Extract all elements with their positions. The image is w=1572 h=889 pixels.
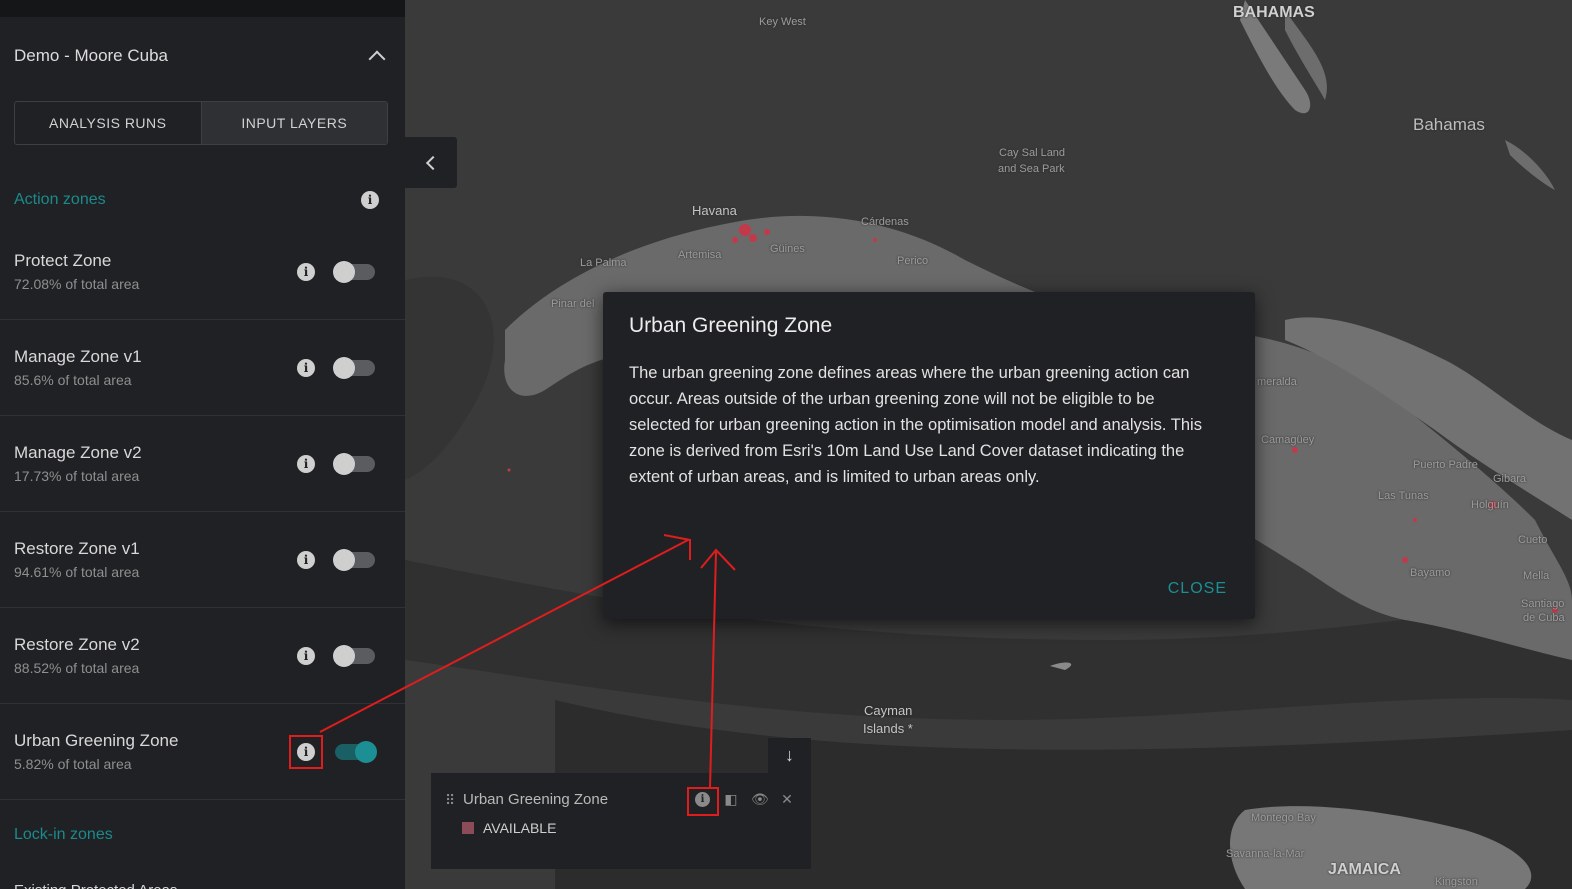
info-icon[interactable]: i (297, 550, 315, 569)
map-label-savanna: Savanna-la-Mar (1226, 848, 1305, 860)
tab-input-layers[interactable]: INPUT LAYERS (200, 102, 387, 144)
map-label-puerto-padre: Puerto Padre (1413, 459, 1478, 471)
map-label-cay-sal-2: and Sea Park (998, 163, 1065, 175)
legend-layer-title: Urban Greening Zone (463, 791, 609, 808)
map-label-las-tunas: Las Tunas (1378, 490, 1429, 502)
project-title: Demo - Moore Cuba (14, 46, 169, 65)
info-icon[interactable]: i (297, 646, 315, 665)
info-icon[interactable]: i (297, 454, 315, 473)
close-button[interactable]: CLOSE (1162, 579, 1233, 599)
lockin-zone-name: Existing Protected Areas (0, 850, 405, 889)
collapse-sidebar-button[interactable] (405, 137, 457, 188)
map-label-bahamas: Bahamas (1413, 115, 1485, 134)
map-label-santiago-1: Santiago (1521, 598, 1565, 610)
info-icon[interactable]: i (297, 262, 315, 281)
legend-item-label: AVAILABLE (483, 820, 557, 836)
legend-panel: ⠿ Urban Greening Zone i ◧ 👁 ✕ AVAILABLE (431, 773, 811, 869)
map-label-bayamo: Bayamo (1410, 567, 1451, 579)
info-icon[interactable]: i (361, 191, 379, 209)
map-label-santiago-2: de Cuba (1523, 612, 1565, 624)
map-label-perico: Perico (897, 255, 929, 267)
legend-item: AVAILABLE (462, 820, 797, 836)
opacity-icon[interactable]: ◧ (723, 791, 739, 808)
zone-toggle[interactable] (335, 740, 377, 763)
map-label-cueto: Cueto (1518, 534, 1548, 546)
zone-name: Protect Zone (14, 251, 112, 270)
map-label-mella: Mella (1523, 570, 1550, 582)
map-label-pinar: Pinar del (551, 298, 595, 310)
sidebar-topbar (0, 0, 405, 17)
legend-swatch (462, 822, 474, 834)
map-label-montego: Montego Bay (1251, 812, 1316, 824)
tab-analysis-runs[interactable]: ANALYSIS RUNS (15, 102, 201, 144)
zone-toggle[interactable] (333, 644, 375, 667)
app-root: Key West BAHAMAS Bahamas Cay Sal Land an… (0, 0, 1572, 889)
map-label-key-west: Key West (759, 16, 806, 28)
zone-row-restore-v1: Restore Zone v1 94.61% of total area i (0, 512, 405, 608)
dialog-title: Urban Greening Zone (629, 314, 833, 337)
dialog-body: The urban greening zone defines areas wh… (629, 364, 1202, 486)
zone-row-restore-v2: Restore Zone v2 88.52% of total area i (0, 608, 405, 704)
chevron-left-icon (425, 155, 441, 170)
zone-name: Manage Zone v2 (14, 443, 142, 462)
zone-row-manage-v2: Manage Zone v2 17.73% of total area i (0, 416, 405, 512)
project-header[interactable]: Demo - Moore Cuba (0, 17, 405, 95)
section-lockin-zones: Lock-in zones (0, 820, 405, 850)
zone-toggle[interactable] (333, 548, 375, 571)
zone-name: Restore Zone v2 (14, 635, 140, 654)
zone-name: Manage Zone v1 (14, 347, 142, 366)
close-icon[interactable]: ✕ (779, 791, 795, 808)
chevron-up-icon[interactable] (368, 50, 386, 68)
zone-toggle[interactable] (333, 356, 375, 379)
section-title-lockin-zones: Lock-in zones (14, 826, 113, 843)
map-label-guines: Güines (770, 243, 805, 255)
zone-name: Urban Greening Zone (14, 731, 179, 750)
map-label-meralda: meralda (1257, 376, 1297, 388)
map-label-holguin: Holguín (1471, 499, 1509, 511)
arrow-down-icon: ↓ (785, 745, 794, 765)
map-label-artemisa: Artemisa (678, 249, 722, 261)
info-dialog: Urban Greening Zone The urban greening z… (603, 292, 1255, 619)
map-label-cay-sal-1: Cay Sal Land (999, 147, 1066, 159)
zone-area: 17.73% of total area (14, 468, 140, 484)
section-action-zones: Action zones i (0, 185, 405, 215)
section-title-action-zones: Action zones (14, 191, 106, 208)
map-label-cayman-2: Islands * (863, 721, 913, 736)
map-label-jamaica: JAMAICA (1328, 861, 1401, 878)
map-label-kingston: Kingston (1435, 876, 1478, 888)
sidebar-panel: Demo - Moore Cuba ANALYSIS RUNS INPUT LA… (0, 0, 405, 889)
zone-name: Restore Zone v1 (14, 539, 140, 558)
eye-icon[interactable]: 👁 (751, 791, 769, 808)
map-label-cardenas: Cárdenas (861, 216, 909, 228)
view-tabs: ANALYSIS RUNS INPUT LAYERS (14, 101, 388, 145)
map-label-havana: Havana (692, 203, 737, 218)
zone-toggle[interactable] (333, 452, 375, 475)
zone-area: 94.61% of total area (14, 564, 140, 580)
zone-area: 88.52% of total area (14, 660, 140, 676)
map-label-gibara: Gibara (1493, 473, 1527, 485)
zone-area: 5.82% of total area (14, 756, 132, 772)
zone-area: 85.6% of total area (14, 372, 132, 388)
zone-row-manage-v1: Manage Zone v1 85.6% of total area i (0, 320, 405, 416)
legend-collapse-button[interactable]: ↓ (768, 738, 811, 773)
zone-toggle[interactable] (333, 260, 375, 283)
map-label-la-palma: La Palma (580, 257, 627, 269)
zone-row-urban-greening: Urban Greening Zone 5.82% of total area … (0, 704, 405, 800)
map-label-cayman-1: Cayman (864, 703, 913, 718)
zone-row-protect: Protect Zone 72.08% of total area i (0, 224, 405, 320)
map-label-bahamas-upper: BAHAMAS (1233, 4, 1315, 21)
info-icon[interactable]: i (695, 792, 711, 807)
info-icon[interactable]: i (297, 742, 315, 761)
drag-handle-icon[interactable]: ⠿ (445, 793, 455, 807)
annotation-highlight: i (289, 734, 323, 769)
info-icon[interactable]: i (297, 358, 315, 377)
map-label-camaguey: Camagüey (1261, 434, 1315, 446)
zone-area: 72.08% of total area (14, 276, 140, 292)
